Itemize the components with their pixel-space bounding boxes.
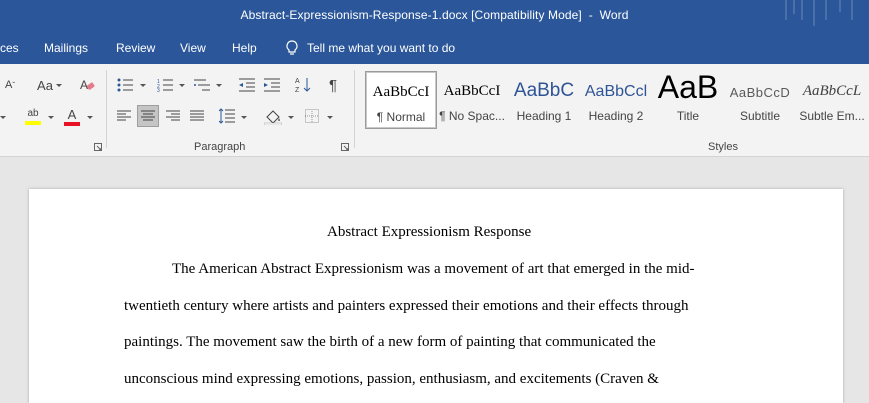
svg-text:A: A — [295, 78, 300, 85]
decrease-indent-icon[interactable] — [239, 78, 255, 92]
paragraph-dialog-launcher-icon[interactable] — [341, 143, 349, 151]
chevron-down-icon[interactable] — [140, 84, 146, 87]
center-align-button[interactable] — [137, 105, 159, 127]
style-preview: AaBbCcD — [729, 85, 791, 100]
chevron-down-icon[interactable] — [241, 116, 247, 119]
bullets-icon[interactable] — [117, 78, 133, 92]
style-name: Heading 1 — [516, 109, 572, 123]
shading-icon[interactable] — [264, 107, 282, 125]
clear-formatting-icon[interactable]: A — [78, 76, 96, 94]
style-heading-1[interactable]: AaBbC Heading 1 — [509, 71, 579, 127]
highlight-color-button[interactable]: ab — [22, 107, 44, 127]
style-heading-2[interactable]: AaBbCcl Heading 2 — [581, 71, 651, 127]
align-right-icon[interactable] — [166, 110, 180, 122]
chevron-down-icon[interactable] — [0, 116, 6, 119]
chevron-down-icon[interactable] — [48, 116, 54, 119]
highlight-label: ab — [27, 108, 39, 119]
document-title: Abstract Expressionism Response — [327, 224, 532, 240]
style-preview: AaBbCcI — [443, 83, 501, 99]
font-color-label: A — [67, 107, 77, 122]
paragraph-group-label: Paragraph — [194, 141, 246, 153]
title-bar: Abstract-Expressionism-Response-1.docx [… — [0, 0, 869, 32]
tell-me-search[interactable]: Tell me what you want to do — [285, 40, 455, 56]
svg-text:3: 3 — [157, 88, 160, 92]
document-line: paintings. The movement saw the birth of… — [124, 334, 656, 350]
style-preview: AaBbCcl — [584, 83, 648, 100]
increase-indent-icon[interactable] — [264, 78, 280, 92]
style-subtle-emphasis[interactable]: AaBbCcL Subtle Em... — [797, 71, 867, 127]
style-name: Subtitle — [739, 109, 781, 123]
tab-view[interactable]: View — [180, 41, 206, 55]
tab-review[interactable]: Review — [116, 41, 155, 55]
style-preview: AaBbC — [513, 80, 575, 101]
tab-mailings[interactable]: Mailings — [44, 41, 88, 55]
document-line: twentieth century where artists and pain… — [124, 298, 689, 314]
tab-help[interactable]: Help — [232, 41, 257, 55]
line-spacing-icon[interactable] — [219, 108, 235, 124]
styles-group-label: Styles — [708, 141, 738, 153]
numbering-icon[interactable]: 123 — [157, 78, 173, 92]
align-center-icon — [141, 110, 155, 121]
tell-me-label: Tell me what you want to do — [307, 41, 456, 55]
style-title[interactable]: AaB Title — [653, 69, 723, 127]
borders-icon[interactable] — [305, 109, 319, 123]
font-color-bar — [64, 122, 80, 126]
style-name: ¶ No Spac... — [439, 109, 505, 123]
change-case-label: Aa — [37, 77, 53, 93]
style-name: ¶ Normal — [376, 110, 426, 124]
chevron-down-icon[interactable] — [179, 84, 185, 87]
group-separator — [354, 70, 355, 148]
highlight-color-bar — [25, 121, 41, 125]
style-subtitle[interactable]: AaBbCcD Subtitle — [725, 71, 795, 127]
window-title: Abstract-Expressionism-Response-1.docx [… — [240, 8, 629, 22]
multilevel-list-icon[interactable] — [194, 78, 210, 92]
chevron-down-icon[interactable] — [288, 116, 294, 119]
document-page[interactable]: Abstract Expressionism Response The Amer… — [29, 189, 843, 403]
chevron-down-icon[interactable] — [87, 116, 93, 119]
ribbon-tabs: ces Mailings Review View Help Tell me wh… — [0, 32, 869, 64]
sort-icon[interactable]: AZ — [295, 76, 311, 94]
style-normal[interactable]: AaBbCcI ¶ Normal — [365, 71, 437, 129]
style-name: Heading 2 — [588, 109, 644, 123]
chevron-down-icon[interactable] — [216, 84, 222, 87]
svg-text:Z: Z — [295, 87, 300, 94]
lightbulb-icon — [286, 40, 298, 55]
align-left-icon[interactable] — [117, 110, 131, 122]
document-line: unconscious mind expressing emotions, pa… — [124, 371, 659, 387]
group-separator — [106, 70, 107, 148]
show-formatting-marks-icon[interactable]: ¶ — [326, 76, 340, 94]
justify-icon[interactable] — [190, 110, 204, 122]
ribbon: Aˇ Aa A ab A 123 AZ ¶ Paragraph AaBbCcI … — [0, 64, 869, 157]
tab-references[interactable]: ces — [0, 41, 19, 55]
chevron-down-icon[interactable] — [56, 84, 62, 87]
chevron-down-icon[interactable] — [327, 116, 333, 119]
style-no-spacing[interactable]: AaBbCcI ¶ No Spac... — [437, 71, 507, 127]
title-bar-pattern — [779, 0, 869, 32]
shrink-font-icon[interactable]: Aˇ — [0, 76, 20, 94]
font-dialog-launcher-icon[interactable] — [94, 143, 102, 151]
document-line: The American Abstract Expressionism was … — [172, 261, 695, 277]
style-preview: AaBbCcL — [802, 83, 862, 99]
style-name: Title — [676, 109, 700, 123]
svg-text:A: A — [80, 78, 88, 92]
font-color-button[interactable]: A — [62, 107, 82, 127]
change-case-button[interactable]: Aa — [32, 76, 58, 94]
style-preview: AaB — [657, 69, 719, 105]
style-name: Subtle Em... — [799, 109, 865, 123]
style-preview: AaBbCcI — [372, 84, 430, 100]
